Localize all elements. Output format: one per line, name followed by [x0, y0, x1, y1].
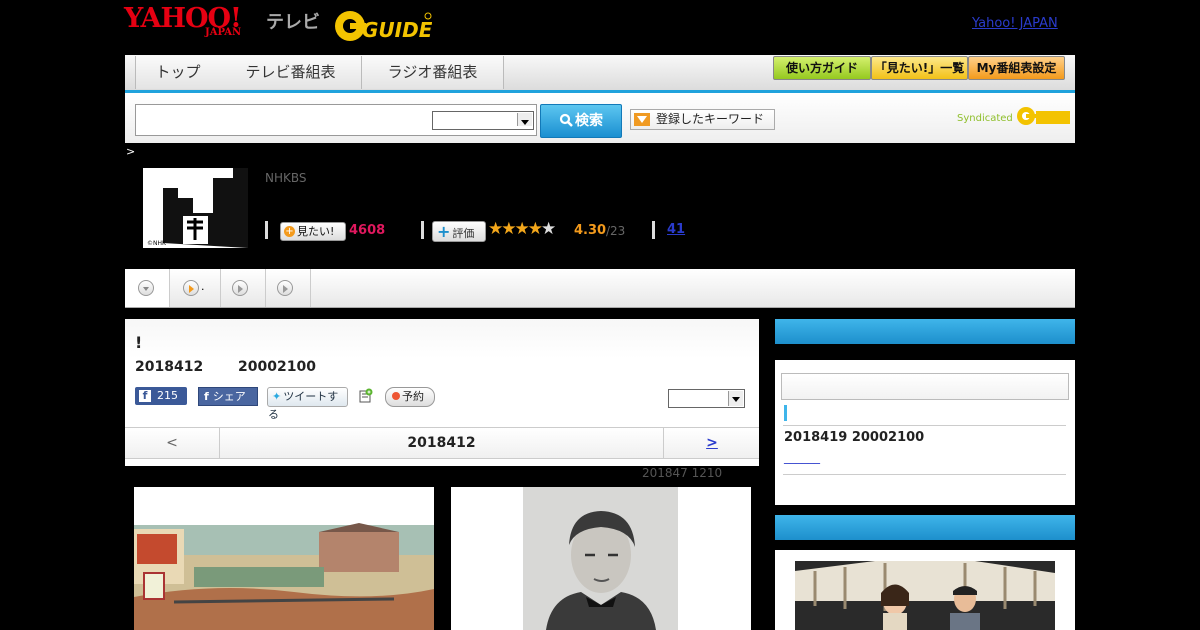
star-icon: ★ — [541, 219, 556, 239]
thumbnail-copyright: ©NHK — [147, 240, 167, 247]
want-to-watch-button[interactable]: + 見たい! — [280, 222, 346, 241]
add-bookmark-icon[interactable] — [357, 388, 373, 404]
stats-divider — [265, 221, 268, 239]
program-options-select[interactable] — [668, 389, 745, 408]
tab-reviews[interactable] — [221, 269, 266, 307]
rate-button[interactable]: + 評価 — [432, 221, 486, 242]
tv-logo-text[interactable]: テレビ — [266, 8, 320, 34]
twitter-bird-icon: ✦ — [272, 390, 282, 403]
search-icon — [559, 113, 573, 127]
stats-divider — [652, 221, 655, 239]
stats-divider — [421, 221, 424, 239]
program-tabs: . — [125, 269, 1075, 308]
how-to-guide-button[interactable]: 使い方ガイド — [773, 56, 871, 80]
program-thumbnail: ©NHK — [143, 168, 248, 248]
sidebar-accent-bar — [784, 405, 787, 421]
main-nav: トップ テレビ番組表 ラジオ番組表 使い方ガイド 「見たい!」一覧 My番組表設… — [125, 55, 1075, 93]
reserve-button[interactable]: 予約 — [385, 387, 435, 407]
channel-name: NHKBS — [265, 171, 307, 185]
breadcrumb[interactable]: > — [126, 145, 135, 158]
chevron-down-icon — [138, 280, 154, 296]
review-count-link[interactable]: 41 — [667, 222, 685, 237]
tab-related[interactable] — [266, 269, 311, 307]
date-navigation: < 2018412 > — [125, 427, 759, 459]
program-photo-2[interactable] — [451, 487, 751, 630]
nav-tab-tv-schedule[interactable]: テレビ番組表 — [220, 56, 362, 89]
sidebar-subheader — [775, 344, 1075, 360]
featured-photo[interactable] — [795, 561, 1055, 630]
my-schedule-settings-button[interactable]: My番組表設定 — [968, 56, 1065, 80]
plus-icon: + — [284, 226, 295, 237]
tweet-button[interactable]: ✦ ツイートする — [267, 387, 348, 421]
want-count: 4608 — [349, 223, 386, 238]
chevron-down-icon — [517, 113, 532, 126]
sidebar-box — [781, 373, 1069, 400]
airing-time: 20002100 — [238, 359, 316, 375]
syndicated-label: Syndicated — [957, 113, 1013, 124]
divider — [783, 425, 1066, 426]
reserve-label: 予約 — [402, 390, 424, 403]
current-date: 2018412 — [407, 435, 476, 451]
play-icon — [232, 280, 248, 296]
nav-tab-top[interactable]: トップ — [135, 56, 221, 89]
tab-episodes[interactable]: . — [170, 269, 221, 307]
star-icon: ★ — [514, 219, 530, 239]
facebook-like-button[interactable]: f 215 — [135, 387, 187, 405]
program-photo-1[interactable] — [134, 487, 434, 630]
sidebar-subheader — [775, 540, 1075, 550]
facebook-icon: f — [204, 390, 209, 403]
search-button[interactable]: 検索 — [540, 104, 622, 138]
rating-count: /23 — [606, 224, 626, 238]
yahoo-japan-link[interactable]: Yahoo! JAPAN — [972, 16, 1058, 31]
registered-keywords-label: 登録したキーワード — [656, 112, 765, 126]
gguide-logo-text: GUIDE — [362, 18, 432, 42]
tab-overview[interactable] — [125, 269, 170, 307]
tab-episodes-label: . — [201, 280, 205, 293]
facebook-share-label: シェア — [212, 390, 246, 403]
star-icon: ★ — [501, 219, 516, 239]
record-icon — [392, 392, 400, 400]
search-bar: 検索 登録したキーワード Syndicated — [125, 93, 1075, 143]
rating-value: 4.30 — [574, 223, 607, 238]
program-detail-panel: ! 2018412 20002100 f 215 f シェア ✦ ツイートする 予約 … — [125, 319, 759, 466]
sidebar-featured — [775, 515, 1075, 630]
airing-date: 2018412 — [135, 359, 204, 375]
chevron-down-icon — [728, 391, 743, 406]
program-title: ! — [135, 333, 143, 352]
want-list-button[interactable]: 「見たい!」一覧 — [871, 56, 968, 80]
yahoo-japan-logo-text: JAPAN — [205, 27, 242, 38]
gguide-logo[interactable]: GUIDE — [334, 6, 433, 42]
search-genre-select[interactable] — [432, 111, 534, 130]
plus-icon: + — [437, 222, 451, 241]
rating-label: 評価 — [452, 227, 475, 240]
next-date-button[interactable]: > — [663, 428, 760, 458]
dropdown-arrow-icon — [634, 113, 650, 126]
search-button-label: 検索 — [575, 113, 603, 129]
play-icon — [183, 280, 199, 296]
sidebar-next-airing: 2018419 20002100 ______ — [775, 319, 1075, 505]
sidebar-header — [775, 515, 1075, 540]
syndicated-gguide-logo: Syndicated — [957, 105, 1072, 130]
divider — [783, 474, 1066, 475]
star-icon: ★ — [488, 219, 503, 239]
facebook-icon: f — [139, 390, 151, 402]
play-icon — [277, 280, 293, 296]
prev-date-button[interactable]: < — [125, 428, 220, 458]
updated-note: 201847 1210 — [642, 466, 723, 480]
star-icon: ★ — [527, 219, 543, 239]
nav-tab-radio-schedule[interactable]: ラジオ番組表 — [362, 56, 504, 89]
next-airing-link[interactable]: ______ — [784, 450, 820, 464]
rating-stars: ★★★★★ — [488, 219, 556, 239]
next-airing-datetime: 2018419 20002100 — [784, 430, 925, 445]
sidebar-header — [775, 319, 1075, 344]
facebook-like-count: 215 — [157, 389, 178, 402]
want-label: 見たい! — [297, 225, 335, 238]
facebook-share-button[interactable]: f シェア — [198, 387, 258, 406]
registered-keywords-button[interactable]: 登録したキーワード — [630, 109, 775, 130]
